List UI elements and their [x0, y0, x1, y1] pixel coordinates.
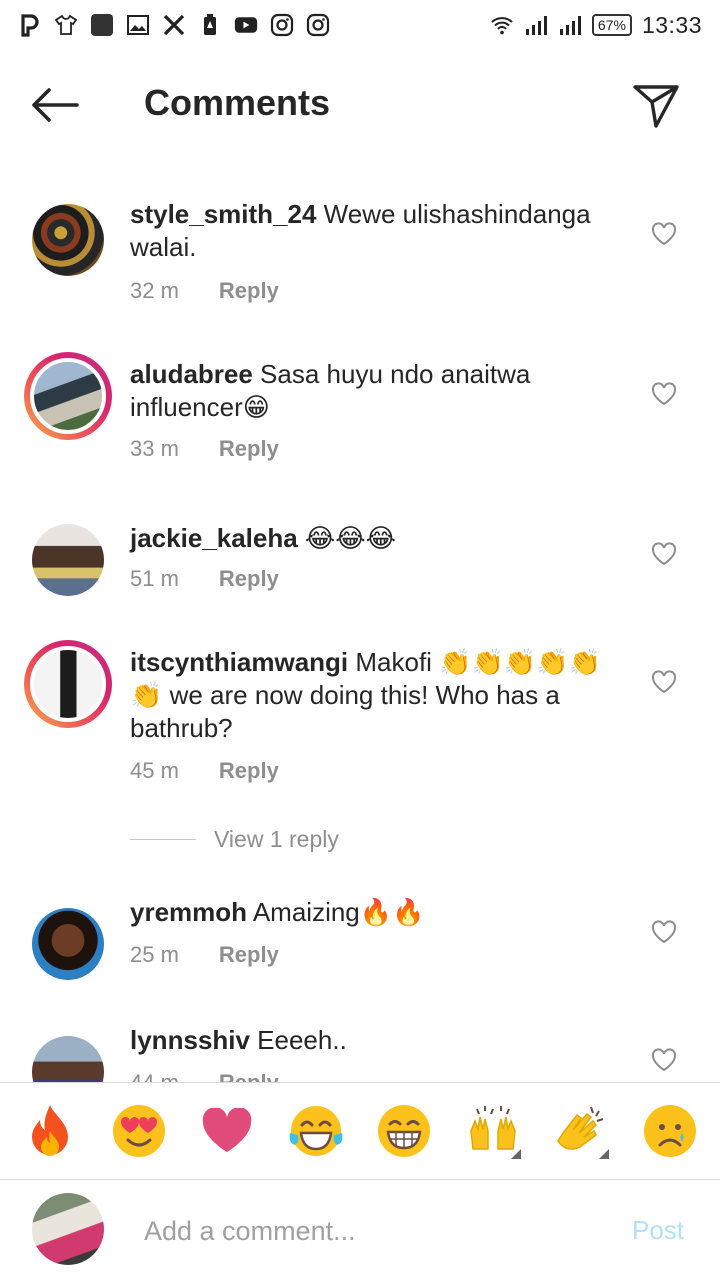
comment-time: 33 m — [130, 436, 179, 461]
like-heart-icon[interactable] — [650, 380, 678, 408]
grinning-emoji-button[interactable] — [374, 1101, 434, 1161]
comment-message: 😂😂😂 — [297, 523, 397, 553]
raising-hands-emoji-button[interactable] — [463, 1101, 523, 1161]
comment-list[interactable]: style_smith_24 Wewe ulishashindanga wala… — [0, 160, 720, 1082]
square-app-icon — [90, 13, 114, 37]
x-twitter-icon — [162, 13, 186, 37]
comment-time: 25 m — [130, 942, 179, 967]
comment-time: 44 m — [130, 1070, 179, 1082]
battery-saver-icon — [198, 13, 222, 37]
clock: 13:33 — [641, 11, 702, 38]
heart-eyes-emoji-button[interactable] — [109, 1101, 169, 1161]
comment-meta: 32 m Reply — [130, 278, 279, 304]
fire-emoji-button[interactable] — [20, 1101, 80, 1161]
wifi-icon — [490, 13, 514, 37]
arrow-left-icon — [32, 88, 79, 122]
paper-plane-icon — [633, 85, 679, 128]
comment-text: lynnsshiv Eeeeh.. — [130, 1024, 630, 1057]
comment-time: 45 m — [130, 758, 179, 783]
comment-text: jackie_kaleha 😂😂😂 — [130, 522, 630, 555]
comment-meta: 45 m Reply — [130, 758, 279, 784]
avatar[interactable] — [24, 196, 112, 284]
comment-message: Amaizing🔥🔥 — [247, 897, 425, 927]
comment-username[interactable]: jackie_kaleha — [130, 523, 298, 553]
reply-button[interactable]: Reply — [219, 1070, 279, 1082]
view-replies-label: View 1 reply — [214, 826, 339, 852]
reply-button[interactable]: Reply — [219, 758, 279, 784]
divider — [130, 839, 196, 840]
clapping-hands-emoji-button[interactable] — [551, 1101, 611, 1161]
skin-tone-indicator — [510, 1149, 521, 1159]
avatar[interactable] — [24, 1028, 112, 1082]
reply-button[interactable]: Reply — [219, 278, 279, 304]
like-heart-icon[interactable] — [650, 918, 678, 946]
comment-composer: Post — [0, 1181, 720, 1280]
reply-button[interactable]: Reply — [219, 436, 279, 462]
crying-emoji-icon — [643, 1105, 696, 1157]
comment-text: yremmoh Amaizing🔥🔥 — [130, 896, 630, 929]
instagram-icon — [270, 13, 294, 37]
view-replies-button[interactable]: View 1 reply — [130, 826, 339, 853]
avatar[interactable] — [24, 900, 112, 988]
comment-time: 51 m — [130, 566, 179, 591]
share-button[interactable] — [630, 80, 682, 132]
red-heart-emoji-icon — [202, 1108, 252, 1152]
comment-meta: 44 m Reply — [130, 1070, 279, 1082]
page-title: Comments — [144, 82, 331, 123]
comment-text: itscynthiamwangi Makofi 👏👏👏👏👏👏 we are no… — [130, 646, 630, 745]
emoji-quick-bar — [0, 1082, 720, 1180]
top-app-bar: Comments — [0, 60, 720, 150]
tears-of-joy-emoji-button[interactable] — [286, 1101, 346, 1161]
like-heart-icon[interactable] — [650, 220, 678, 248]
avatar[interactable] — [24, 352, 112, 440]
status-bar: 67% 13:33 — [0, 0, 720, 50]
like-heart-icon[interactable] — [650, 540, 678, 568]
reply-button[interactable]: Reply — [219, 942, 279, 968]
comment-text: style_smith_24 Wewe ulishashindanga wala… — [130, 198, 630, 264]
comment-username[interactable]: style_smith_24 — [130, 199, 316, 229]
avatar[interactable] — [24, 640, 112, 728]
comment-username[interactable]: itscynthiamwangi — [130, 647, 348, 677]
post-button[interactable]: Post — [632, 1215, 684, 1246]
back-button[interactable] — [30, 82, 80, 128]
comment-text: aludabree Sasa huyu ndo anaitwa influenc… — [130, 358, 630, 424]
comment-username[interactable]: lynnsshiv — [130, 1025, 250, 1055]
like-heart-icon[interactable] — [650, 668, 678, 696]
pinterest-icon — [18, 13, 42, 37]
comment-meta: 33 m Reply — [130, 436, 279, 462]
current-user-avatar — [32, 1193, 104, 1265]
comment-message: Eeeeh.. — [249, 1025, 347, 1055]
comment-username[interactable]: aludabree — [130, 359, 253, 389]
notification-icons — [18, 13, 330, 37]
tshirt-icon — [54, 13, 78, 37]
comment-meta: 25 m Reply — [130, 942, 279, 968]
reply-button[interactable]: Reply — [219, 566, 279, 592]
instagram-icon — [306, 13, 330, 37]
battery-indicator: 67% — [591, 14, 632, 36]
signal-icon — [524, 13, 548, 37]
grinning-emoji-icon — [378, 1105, 431, 1157]
tears-of-joy-emoji-icon — [289, 1106, 343, 1156]
comment-meta: 51 m Reply — [130, 566, 279, 592]
crying-emoji-button[interactable] — [640, 1101, 700, 1161]
youtube-icon — [234, 13, 258, 37]
heart-eyes-emoji-icon — [112, 1105, 165, 1157]
comment-input[interactable] — [144, 1211, 584, 1251]
fire-emoji-icon — [32, 1105, 69, 1156]
skin-tone-indicator — [599, 1149, 610, 1159]
comment-time: 32 m — [130, 278, 179, 303]
signal-icon — [558, 13, 582, 37]
red-heart-emoji-button[interactable] — [197, 1101, 257, 1161]
system-status: 67% 13:33 — [490, 12, 702, 39]
comment-username[interactable]: yremmoh — [130, 897, 247, 927]
image-icon — [126, 13, 150, 37]
avatar[interactable] — [24, 516, 112, 604]
like-heart-icon[interactable] — [650, 1046, 678, 1074]
